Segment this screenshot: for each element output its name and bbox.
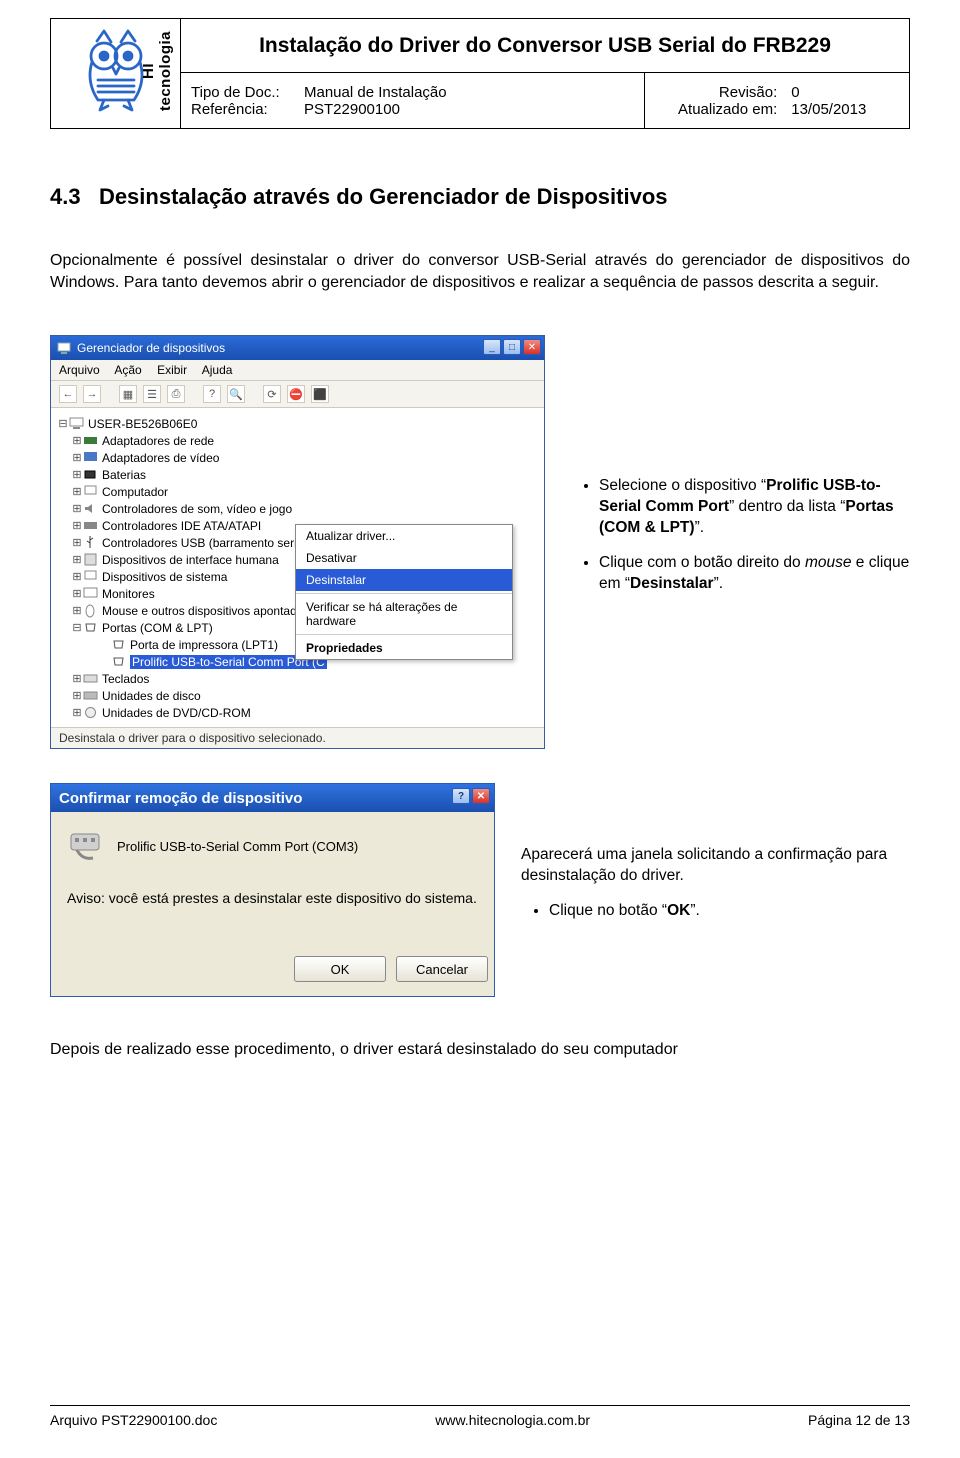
display-icon — [83, 450, 98, 465]
tree-item[interactable]: ⊞Adaptadores de vídeo — [57, 449, 544, 466]
context-properties[interactable]: Propriedades — [296, 637, 512, 659]
logo-cell: HI tecnologia — [51, 19, 181, 129]
cancel-button[interactable]: Cancelar — [396, 956, 488, 982]
confirm-dialog: Confirmar remoção de dispositivo ? ✕ Pro… — [50, 783, 495, 997]
tree-root[interactable]: ⊟USER-BE526B06E0 — [57, 415, 544, 432]
port-icon — [83, 620, 98, 635]
computer-icon — [69, 416, 84, 431]
context-scan-hardware[interactable]: Verificar se há alterações de hardware — [296, 596, 512, 632]
battery-icon — [83, 467, 98, 482]
port-icon — [111, 637, 126, 652]
fig2-lead: Aparecerá uma janela solicitando a confi… — [521, 845, 910, 887]
context-update-driver[interactable]: Atualizar driver... — [296, 525, 512, 547]
cd-device-name: Prolific USB-to-Serial Comm Port (COM3) — [117, 839, 358, 854]
document-header: HI tecnologia Instalação do Driver do Co… — [50, 18, 910, 129]
footer-center: www.hitecnologia.com.br — [435, 1412, 590, 1428]
maximize-button[interactable]: □ — [503, 339, 521, 355]
dm-title-bar[interactable]: Gerenciador de dispositivos _ □ ✕ — [51, 336, 544, 360]
minimize-button[interactable]: _ — [483, 339, 501, 355]
tree-item[interactable]: ⊞Baterias — [57, 466, 544, 483]
keyboard-icon — [83, 671, 98, 686]
context-separator — [296, 593, 512, 594]
section-paragraph: Opcionalmente é possível desinstalar o d… — [50, 250, 910, 293]
optical-icon — [83, 705, 98, 720]
menu-exibir[interactable]: Exibir — [157, 363, 187, 377]
cd-title-bar[interactable]: Confirmar remoção de dispositivo ? ✕ — [51, 784, 494, 812]
toolbar-props-icon[interactable]: ☰ — [143, 385, 161, 403]
close-button[interactable]: ✕ — [523, 339, 541, 355]
toolbar-view-icon[interactable]: ▦ — [119, 385, 137, 403]
tree-item[interactable]: ⊞Unidades de DVD/CD-ROM — [57, 704, 544, 721]
fig2-bullet: Clique no botão “OK”. — [549, 901, 910, 922]
toolbar-print-icon[interactable]: ⎙ — [167, 385, 185, 403]
pc-icon — [83, 484, 98, 499]
menu-acao[interactable]: Ação — [114, 363, 141, 377]
nic-icon — [83, 433, 98, 448]
toolbar-back-icon[interactable]: ← — [59, 385, 77, 403]
toolbar-lens-icon[interactable]: 🔍 — [227, 385, 245, 403]
tree-item[interactable]: ⊞Computador — [57, 483, 544, 500]
ok-button[interactable]: OK — [294, 956, 386, 982]
brand-vertical-label: HI tecnologia — [140, 28, 174, 114]
monitor-icon — [83, 586, 98, 601]
context-separator — [296, 634, 512, 635]
mouse-icon — [83, 603, 98, 618]
fig1-bullet-1: Selecione o dispositivo “Prolific USB-to… — [599, 476, 910, 539]
toolbar-uninstall-icon[interactable]: ⬛ — [311, 385, 329, 403]
hid-icon — [83, 552, 98, 567]
dm-menu-bar[interactable]: Arquivo Ação Exibir Ajuda — [51, 360, 544, 381]
fig1-bullet-2: Clique com o botão direito do mouse e cl… — [599, 553, 910, 595]
tree-item[interactable]: ⊞Adaptadores de rede — [57, 432, 544, 449]
device-port-icon — [67, 828, 103, 864]
close-button[interactable]: ✕ — [472, 788, 490, 804]
disk-icon — [83, 688, 98, 703]
cd-title-text: Confirmar remoção de dispositivo — [59, 790, 302, 807]
fig2-text: Aparecerá uma janela solicitando a confi… — [521, 845, 910, 936]
cd-warning-text: Aviso: você está prestes a desinstalar e… — [67, 888, 478, 908]
meta-left: Tipo de Doc.:Manual de Instalação Referê… — [181, 73, 645, 129]
port-icon — [111, 654, 126, 669]
dm-status-bar: Desinstala o driver para o dispositivo s… — [51, 727, 544, 748]
menu-arquivo[interactable]: Arquivo — [59, 363, 100, 377]
toolbar-fwd-icon[interactable]: → — [83, 385, 101, 403]
help-button[interactable]: ? — [452, 788, 470, 804]
toolbar-scan-icon[interactable]: ⟳ — [263, 385, 281, 403]
usb-icon — [83, 535, 98, 550]
sound-icon — [83, 501, 98, 516]
context-disable[interactable]: Desativar — [296, 547, 512, 569]
fig1-text: Selecione o dispositivo “Prolific USB-to… — [571, 476, 910, 609]
dm-context-menu[interactable]: Atualizar driver... Desativar Desinstala… — [295, 524, 513, 660]
meta-right: Revisão:0 Atualizado em:13/05/2013 — [644, 73, 909, 129]
system-icon — [83, 569, 98, 584]
menu-ajuda[interactable]: Ajuda — [202, 363, 233, 377]
toolbar-disable-icon[interactable]: ⛔ — [287, 385, 305, 403]
footer-left: Arquivo PST22900100.doc — [50, 1412, 217, 1428]
footer-right: Página 12 de 13 — [808, 1412, 910, 1428]
section-heading: 4.3 Desinstalação através do Gerenciador… — [50, 184, 910, 210]
cd-device-row: Prolific USB-to-Serial Comm Port (COM3) — [67, 828, 478, 864]
tree-item[interactable]: ⊞Unidades de disco — [57, 687, 544, 704]
dm-title-text: Gerenciador de dispositivos — [77, 341, 225, 355]
document-title: Instalação do Driver do Conversor USB Se… — [181, 19, 910, 73]
context-uninstall[interactable]: Desinstalar — [296, 569, 512, 591]
page-footer: Arquivo PST22900100.doc www.hitecnologia… — [50, 1405, 910, 1428]
toolbar-help-icon[interactable]: ? — [203, 385, 221, 403]
dm-toolbar: ← → ▦ ☰ ⎙ ? 🔍 ⟳ ⛔ ⬛ — [51, 381, 544, 408]
dm-app-icon — [57, 341, 71, 355]
ide-icon — [83, 518, 98, 533]
closing-paragraph: Depois de realizado esse procedimento, o… — [50, 1041, 910, 1059]
tree-item[interactable]: ⊞Teclados — [57, 670, 544, 687]
tree-item[interactable]: ⊞Controladores de som, vídeo e jogo — [57, 500, 544, 517]
